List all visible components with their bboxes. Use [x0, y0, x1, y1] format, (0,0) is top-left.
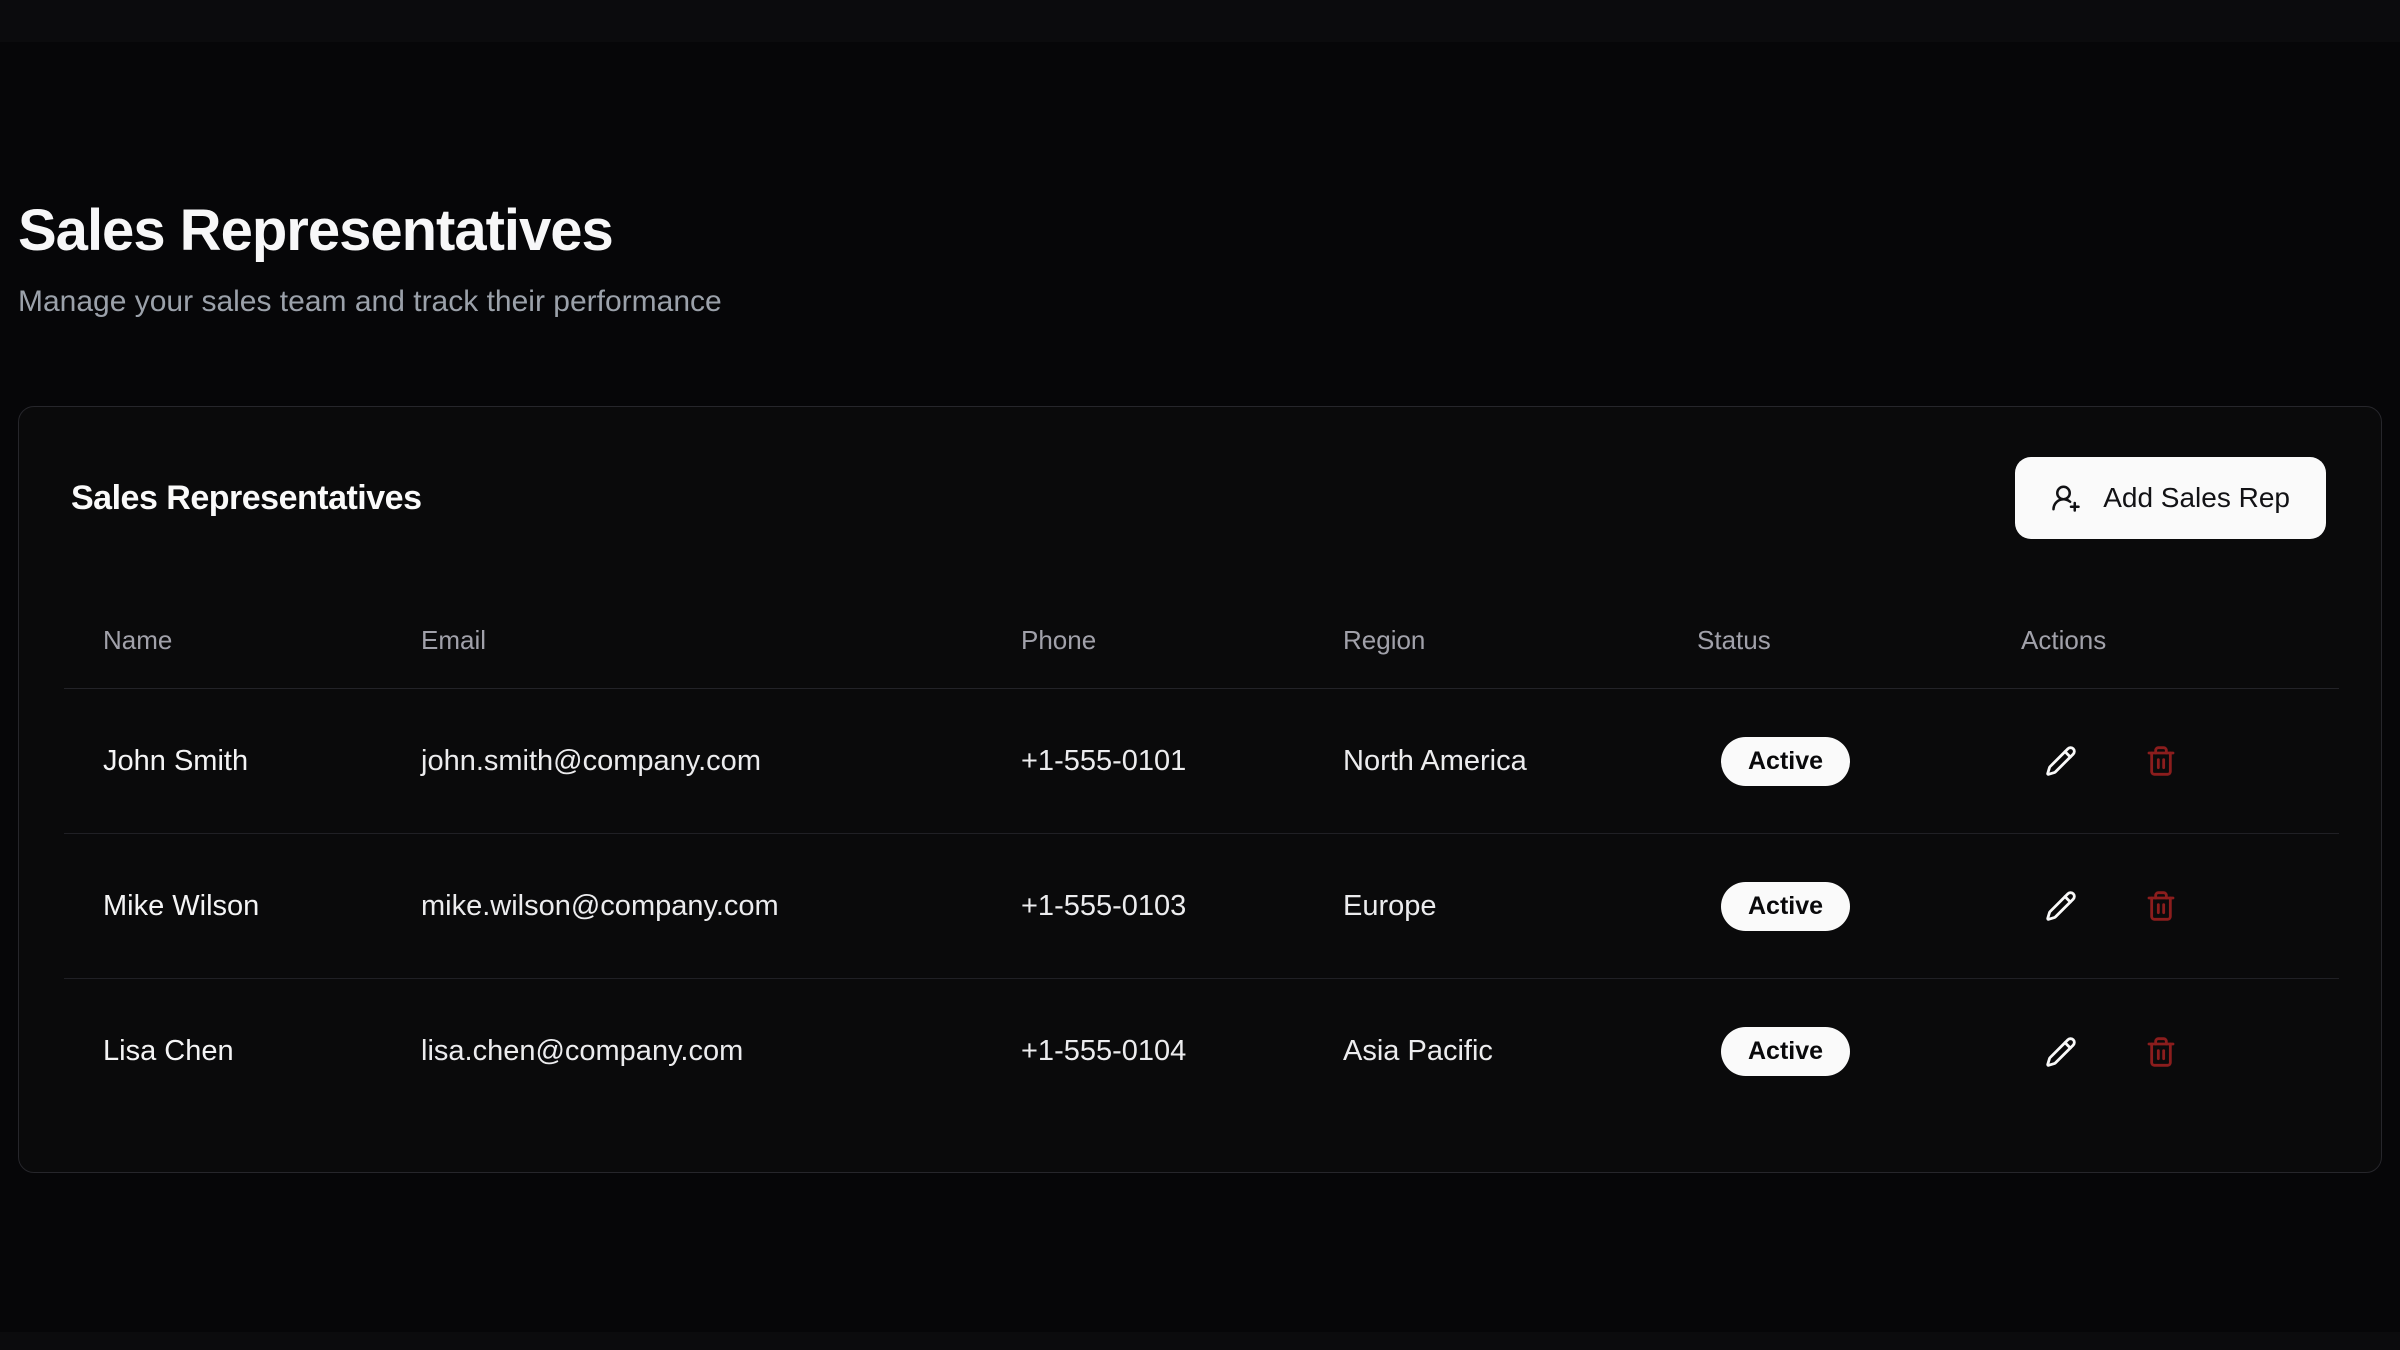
rep-status-cell: Active [1658, 737, 1982, 786]
rep-region: Europe [1304, 890, 1658, 923]
delete-rep-button[interactable] [2133, 1024, 2189, 1080]
rep-actions-cell [1982, 733, 2339, 789]
rep-actions-cell [1982, 878, 2339, 934]
trash-icon [2145, 1036, 2177, 1068]
rep-status-cell: Active [1658, 882, 1982, 931]
rep-email: john.smith@company.com [382, 745, 982, 778]
delete-rep-button[interactable] [2133, 733, 2189, 789]
page-title: Sales Representatives [18, 196, 2382, 266]
trash-icon [2145, 890, 2177, 922]
user-round-plus-icon [2051, 483, 2081, 513]
rep-actions-cell [1982, 1024, 2339, 1080]
edit-rep-button[interactable] [2033, 733, 2089, 789]
rep-email: mike.wilson@company.com [382, 890, 982, 923]
table-row: John Smith john.smith@company.com +1-555… [64, 689, 2339, 834]
status-badge: Active [1721, 737, 1850, 786]
sales-reps-table: Name Email Phone Region Status Actions J… [64, 593, 2339, 1124]
column-header-status: Status [1658, 625, 1982, 656]
status-badge: Active [1721, 1027, 1850, 1076]
edit-rep-button[interactable] [2033, 878, 2089, 934]
rep-name: Mike Wilson [64, 890, 382, 923]
column-header-region: Region [1304, 625, 1658, 656]
trash-icon [2145, 745, 2177, 777]
table-header-row: Name Email Phone Region Status Actions [64, 593, 2339, 689]
rep-status-cell: Active [1658, 1027, 1982, 1076]
rep-email: lisa.chen@company.com [382, 1035, 982, 1068]
pencil-icon [2045, 1036, 2077, 1068]
add-sales-rep-button[interactable]: Add Sales Rep [2015, 457, 2326, 539]
column-header-actions: Actions [1982, 625, 2339, 656]
rep-region: North America [1304, 745, 1658, 778]
pencil-icon [2045, 745, 2077, 777]
column-header-email: Email [382, 625, 982, 656]
pencil-icon [2045, 890, 2077, 922]
column-header-name: Name [64, 625, 382, 656]
sales-representatives-card: Sales Representatives Add Sales Rep Name… [18, 406, 2382, 1173]
table-row: Lisa Chen lisa.chen@company.com +1-555-0… [64, 979, 2339, 1124]
bottom-window-band [0, 1332, 2400, 1350]
column-header-phone: Phone [982, 625, 1304, 656]
status-badge: Active [1721, 882, 1850, 931]
sales-representatives-page: Sales Representatives Manage your sales … [0, 0, 2400, 1173]
rep-phone: +1-555-0101 [982, 745, 1304, 778]
delete-rep-button[interactable] [2133, 878, 2189, 934]
rep-phone: +1-555-0104 [982, 1035, 1304, 1068]
rep-name: Lisa Chen [64, 1035, 382, 1068]
edit-rep-button[interactable] [2033, 1024, 2089, 1080]
card-header: Sales Representatives Add Sales Rep [19, 407, 2381, 541]
rep-region: Asia Pacific [1304, 1035, 1658, 1068]
rep-phone: +1-555-0103 [982, 890, 1304, 923]
table-row: Mike Wilson mike.wilson@company.com +1-5… [64, 834, 2339, 979]
card-title: Sales Representatives [71, 479, 421, 518]
page-subtitle: Manage your sales team and track their p… [18, 280, 2382, 324]
rep-name: John Smith [64, 745, 382, 778]
add-sales-rep-label: Add Sales Rep [2103, 482, 2290, 514]
